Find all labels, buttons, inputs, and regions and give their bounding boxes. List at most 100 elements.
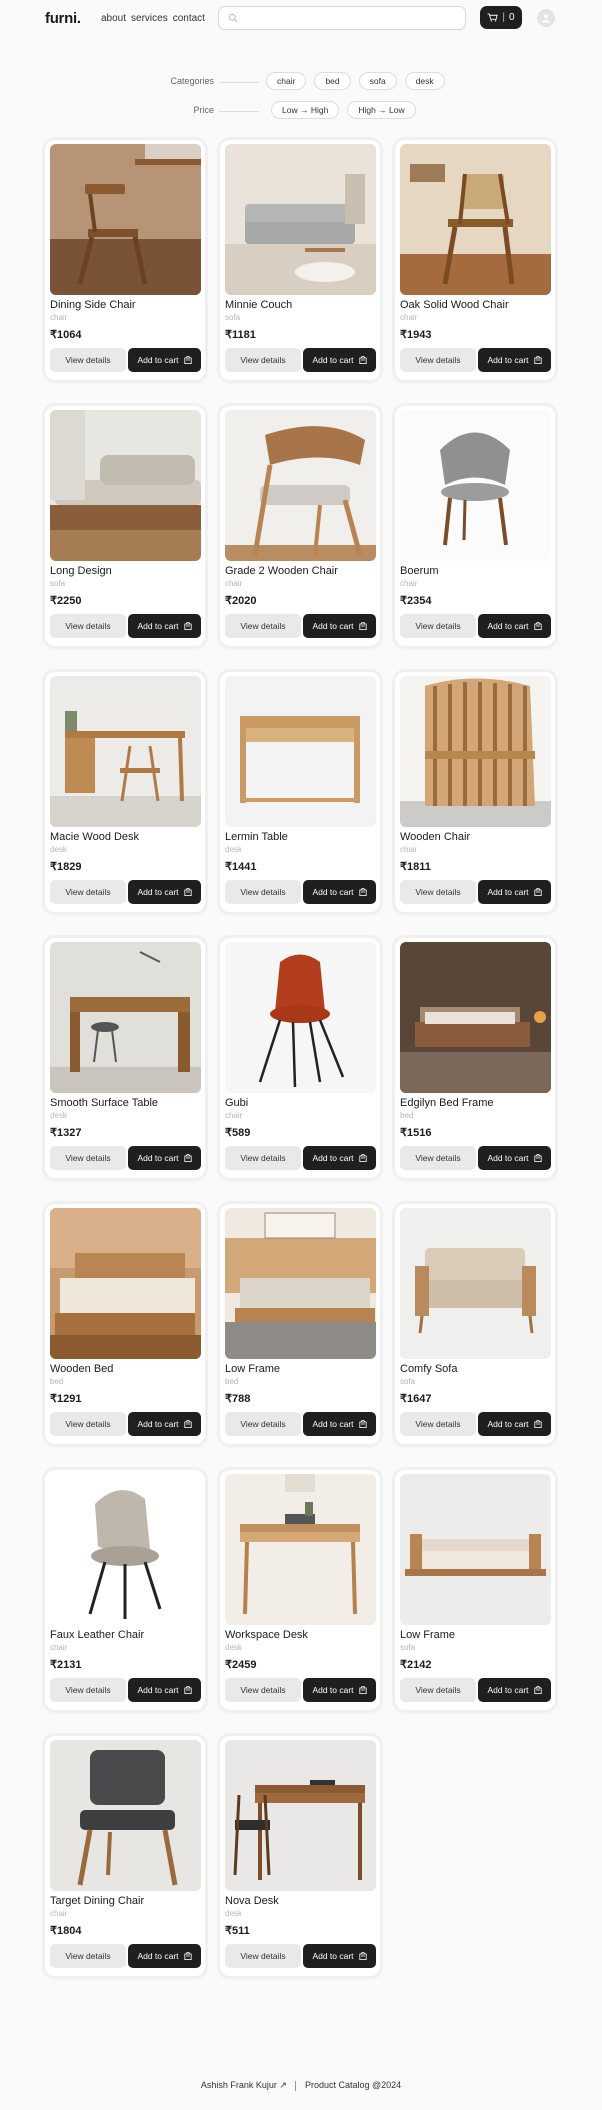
product-card[interactable]: Lermin Table desk ₹1441 View details Add… [220,672,380,912]
add-to-cart-button[interactable]: Add to cart [128,1146,201,1170]
chip-price-high-low[interactable]: High → Low [347,101,416,119]
view-details-label: View details [65,887,111,897]
add-to-cart-button[interactable]: Add to cart [303,614,376,638]
view-details-button[interactable]: View details [50,880,126,904]
view-details-button[interactable]: View details [225,880,301,904]
product-image[interactable] [225,942,376,1093]
view-details-button[interactable]: View details [50,1678,126,1702]
product-card[interactable]: Boerum chair ₹2354 View details Add to c… [395,406,555,646]
product-card[interactable]: Long Design sofa ₹2250 View details Add … [45,406,205,646]
product-card[interactable]: Nova Desk desk ₹511 View details Add to … [220,1736,380,1976]
user-avatar[interactable] [537,9,555,27]
view-details-button[interactable]: View details [225,348,301,372]
nav-link-contact[interactable]: contact [173,13,205,24]
view-details-button[interactable]: View details [400,1146,476,1170]
add-to-cart-button[interactable]: Add to cart [303,1412,376,1436]
product-card[interactable]: Workspace Desk desk ₹2459 View details A… [220,1470,380,1710]
product-card[interactable]: Gubi chair ₹589 View details Add to cart [220,938,380,1178]
add-to-cart-button[interactable]: Add to cart [128,614,201,638]
view-details-button[interactable]: View details [50,1944,126,1968]
product-image[interactable] [400,410,551,561]
add-to-cart-button[interactable]: Add to cart [128,1944,201,1968]
add-to-cart-label: Add to cart [312,1951,354,1961]
add-to-cart-button[interactable]: Add to cart [128,880,201,904]
external-link-icon: ↗ [279,2080,287,2090]
view-details-button[interactable]: View details [225,1412,301,1436]
product-card[interactable]: Comfy Sofa sofa ₹1647 View details Add t… [395,1204,555,1444]
product-image[interactable] [50,942,201,1093]
product-image[interactable] [400,1208,551,1359]
product-image[interactable] [225,144,376,295]
view-details-button[interactable]: View details [400,348,476,372]
product-image[interactable] [400,676,551,827]
product-image[interactable] [50,410,201,561]
add-to-cart-label: Add to cart [137,1951,179,1961]
view-details-button[interactable]: View details [225,614,301,638]
product-image[interactable] [225,1740,376,1891]
product-image[interactable] [225,1474,376,1625]
add-to-cart-button[interactable]: Add to cart [478,1412,551,1436]
add-to-cart-button[interactable]: Add to cart [478,1146,551,1170]
product-name: Low Frame [400,1629,456,1641]
brand-logo[interactable]: furni. [45,10,81,27]
product-card[interactable]: Grade 2 Wooden Chair chair ₹2020 View de… [220,406,380,646]
view-details-button[interactable]: View details [400,1678,476,1702]
search-input[interactable] [218,6,466,30]
product-image[interactable] [225,1208,376,1359]
product-card[interactable]: Oak Solid Wood Chair chair ₹1943 View de… [395,140,555,380]
view-details-button[interactable]: View details [400,880,476,904]
product-card[interactable]: Wooden Chair chair ₹1811 View details Ad… [395,672,555,912]
product-card[interactable]: Minnie Couch sofa ₹1181 View details Add… [220,140,380,380]
view-details-label: View details [240,355,286,365]
product-card[interactable]: Wooden Bed bed ₹1291 View details Add to… [45,1204,205,1444]
cart-button[interactable]: | 0 [480,6,522,29]
chip-sofa[interactable]: sofa [358,72,397,90]
product-card[interactable]: Dining Side Chair chair ₹1064 View detai… [45,140,205,380]
product-image[interactable] [50,1474,201,1625]
add-to-cart-button[interactable]: Add to cart [478,880,551,904]
product-card[interactable]: Macie Wood Desk desk ₹1829 View details … [45,672,205,912]
nav-link-about[interactable]: about [101,13,126,24]
view-details-button[interactable]: View details [225,1146,301,1170]
product-image[interactable] [400,1474,551,1625]
add-to-cart-button[interactable]: Add to cart [303,1146,376,1170]
product-card[interactable]: Faux Leather Chair chair ₹2131 View deta… [45,1470,205,1710]
add-to-cart-button[interactable]: Add to cart [478,614,551,638]
add-to-cart-button[interactable]: Add to cart [478,1678,551,1702]
view-details-button[interactable]: View details [50,348,126,372]
add-to-cart-button[interactable]: Add to cart [303,880,376,904]
add-to-cart-button[interactable]: Add to cart [303,348,376,372]
chip-bed[interactable]: bed [314,72,351,90]
product-image[interactable] [50,676,201,827]
product-image[interactable] [50,1740,201,1891]
footer-author-link[interactable]: Ashish Frank Kujur [201,2080,277,2090]
product-image[interactable] [225,676,376,827]
view-details-button[interactable]: View details [400,614,476,638]
product-card[interactable]: Smooth Surface Table desk ₹1327 View det… [45,938,205,1178]
chip-price-low-high[interactable]: Low → High [271,101,340,119]
view-details-button[interactable]: View details [50,614,126,638]
product-image[interactable] [50,1208,201,1359]
product-image[interactable] [400,144,551,295]
add-to-cart-button[interactable]: Add to cart [128,348,201,372]
view-details-button[interactable]: View details [225,1678,301,1702]
add-to-cart-button[interactable]: Add to cart [303,1944,376,1968]
product-image[interactable] [225,410,376,561]
chip-desk[interactable]: desk [404,72,445,90]
add-to-cart-button[interactable]: Add to cart [128,1678,201,1702]
view-details-button[interactable]: View details [225,1944,301,1968]
add-to-cart-button[interactable]: Add to cart [128,1412,201,1436]
add-to-cart-button[interactable]: Add to cart [303,1678,376,1702]
product-image[interactable] [50,144,201,295]
add-to-cart-button[interactable]: Add to cart [478,348,551,372]
product-card[interactable]: Low Frame bed ₹788 View details Add to c… [220,1204,380,1444]
product-card[interactable]: Edgilyn Bed Frame bed ₹1516 View details… [395,938,555,1178]
view-details-button[interactable]: View details [50,1146,126,1170]
view-details-button[interactable]: View details [50,1412,126,1436]
chip-chair[interactable]: chair [266,72,307,90]
product-image[interactable] [400,942,551,1093]
product-card[interactable]: Low Frame sofa ₹2142 View details Add to… [395,1470,555,1710]
nav-link-services[interactable]: services [131,13,168,24]
view-details-button[interactable]: View details [400,1412,476,1436]
product-card[interactable]: Target Dining Chair chair ₹1804 View det… [45,1736,205,1976]
